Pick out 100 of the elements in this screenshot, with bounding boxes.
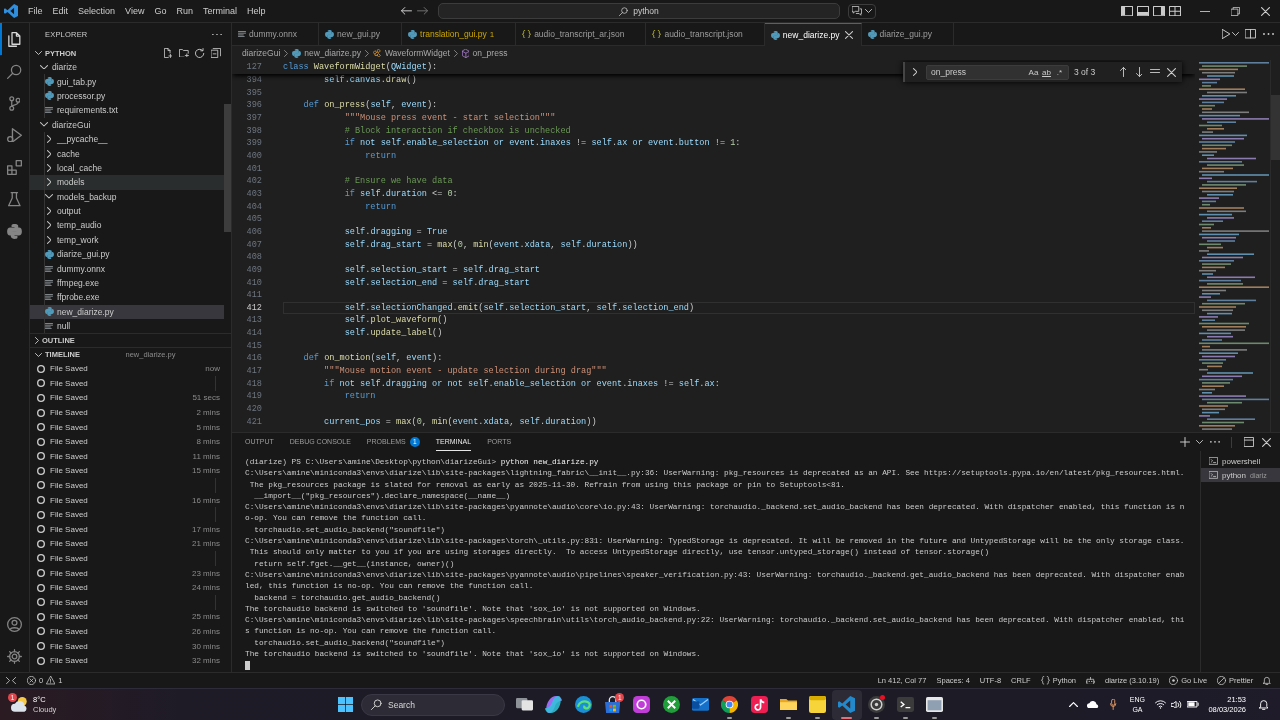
tree-item[interactable]: models_backup bbox=[30, 189, 224, 204]
timeline-item[interactable]: File Saved 11 mins bbox=[30, 449, 231, 464]
timeline-item[interactable]: File Saved 2 mins bbox=[30, 405, 231, 420]
timeline-item[interactable]: File Saved 51 secs bbox=[30, 390, 231, 406]
circle-dot-icon bbox=[1169, 676, 1179, 685]
close-icon bbox=[844, 31, 853, 39]
find-field[interactable]: on_press Aa ab .* bbox=[926, 64, 1069, 80]
circle-icon bbox=[37, 408, 45, 417]
timeline-item[interactable]: File Saved 17 mins bbox=[30, 521, 231, 537]
tree-item[interactable]: gui_tab.py bbox=[30, 74, 224, 89]
tree-item[interactable]: diarize bbox=[30, 60, 224, 75]
terminal-list-item[interactable]: powershell bbox=[1201, 454, 1280, 468]
collapse-all-button[interactable] bbox=[209, 46, 223, 60]
timeline-item[interactable]: File Saved 15 mins bbox=[30, 463, 231, 479]
timeline-item[interactable]: File Saved 16 mins bbox=[30, 492, 231, 508]
timeline-item[interactable]: File Saved 26 mins bbox=[30, 624, 231, 639]
refresh-button[interactable] bbox=[193, 46, 207, 60]
timeline-item[interactable]: File Saved now bbox=[30, 361, 231, 376]
menu-item[interactable]: Selection bbox=[73, 5, 121, 17]
close-find-button[interactable] bbox=[1164, 65, 1178, 79]
code-line: self.selection_start = self.drag_start bbox=[344, 264, 540, 275]
panel-layout-icon bbox=[1137, 5, 1149, 17]
timeline-item[interactable]: File Saved 23 mins bbox=[30, 565, 231, 581]
timestamp: 32 mins bbox=[192, 656, 220, 666]
maximize-panel-button[interactable] bbox=[1241, 434, 1256, 450]
chat-button[interactable] bbox=[848, 3, 876, 19]
python-file-icon bbox=[44, 249, 54, 259]
python-file-icon bbox=[325, 29, 335, 39]
breadcrumb-item[interactable]: WaveformWidget bbox=[372, 46, 450, 60]
timeline-item[interactable]: File Saved bbox=[30, 594, 231, 610]
text-file-icon bbox=[45, 294, 53, 301]
timeline-item[interactable]: File Saved 32 mins bbox=[30, 653, 231, 668]
whole-word-button[interactable]: ab bbox=[1040, 66, 1053, 78]
timeline-item[interactable]: File Saved bbox=[30, 507, 231, 522]
line-number: 394 bbox=[245, 74, 263, 87]
breadcrumb-item[interactable]: new_diarize.py bbox=[292, 46, 361, 60]
timeline-item[interactable]: File Saved bbox=[30, 551, 231, 566]
new-folder-button[interactable] bbox=[177, 46, 191, 60]
line-number: 411 bbox=[245, 289, 263, 302]
new-file-button[interactable] bbox=[161, 46, 175, 60]
tree-item[interactable]: temp_work bbox=[30, 232, 224, 248]
new-terminal-button[interactable] bbox=[1177, 434, 1192, 450]
menu-item[interactable]: Go bbox=[149, 5, 172, 17]
menu-item[interactable]: Edit bbox=[47, 5, 74, 17]
layout-button[interactable] bbox=[1119, 3, 1135, 19]
tree-item[interactable]: models bbox=[30, 175, 224, 190]
run-button[interactable] bbox=[1221, 26, 1239, 42]
editor-tab[interactable]: new_diarize.py bbox=[764, 23, 862, 46]
tree-item[interactable]: requirements.txt bbox=[30, 103, 224, 118]
layout-button[interactable] bbox=[1135, 3, 1151, 19]
code-line: def on_motion(self, event): bbox=[303, 353, 443, 364]
tree-item[interactable]: diarize_gui.py bbox=[30, 247, 224, 262]
circle-icon bbox=[37, 364, 45, 373]
tree-item[interactable]: dummy.onnx bbox=[30, 261, 224, 276]
close-tab-button[interactable] bbox=[842, 29, 855, 41]
chevron-right-icon bbox=[453, 49, 458, 57]
python-file-icon bbox=[292, 48, 302, 58]
circle-icon bbox=[37, 554, 45, 563]
split-editor-button[interactable] bbox=[1243, 26, 1257, 42]
tree-item[interactable]: __pycache__ bbox=[30, 131, 224, 147]
tree-item[interactable]: output bbox=[30, 203, 224, 219]
menu-item[interactable]: Terminal bbox=[197, 5, 242, 17]
timeline-item[interactable]: File Saved 24 mins bbox=[30, 580, 231, 595]
circle-icon bbox=[37, 510, 45, 519]
tree-item[interactable]: ffprobe.exe bbox=[30, 290, 224, 305]
tree-item[interactable]: diarizeGui bbox=[30, 117, 224, 132]
breadcrumb-item[interactable]: diarizeGui bbox=[242, 46, 281, 60]
timeline-item[interactable]: File Saved 8 mins bbox=[30, 434, 231, 449]
timeline-item[interactable]: File Saved bbox=[30, 478, 231, 493]
timestamp: 51 secs bbox=[192, 393, 220, 403]
timeline-item[interactable]: File Saved 5 mins bbox=[30, 419, 231, 435]
tree-item[interactable]: null bbox=[30, 319, 224, 334]
search-field[interactable]: Search bbox=[361, 693, 505, 716]
command-center[interactable]: python bbox=[438, 3, 840, 19]
match-case-button[interactable]: Aa bbox=[1027, 66, 1040, 78]
line-number: 127 bbox=[245, 61, 263, 74]
chevron-right-icon bbox=[912, 68, 918, 76]
timeline-item[interactable]: File Saved 21 mins bbox=[30, 536, 231, 552]
menu-item[interactable]: View bbox=[120, 5, 150, 17]
tree-item[interactable]: processor.py bbox=[30, 88, 224, 104]
tree-item[interactable]: local_cache bbox=[30, 160, 224, 176]
tree-item[interactable]: ffmpeg.exe bbox=[30, 275, 224, 291]
breadcrumb-item[interactable]: on_press bbox=[461, 46, 508, 60]
menu-item[interactable]: Help bbox=[241, 5, 271, 17]
layout-button[interactable] bbox=[1167, 3, 1183, 19]
regex-button[interactable]: .* bbox=[1053, 66, 1066, 78]
plus-icon bbox=[1179, 437, 1190, 447]
timeline-item[interactable]: File Saved bbox=[30, 376, 231, 391]
code-line: if self.duration <= 0: bbox=[344, 188, 458, 199]
tree-item[interactable]: cache bbox=[30, 146, 224, 161]
menu-item[interactable]: File bbox=[23, 5, 48, 17]
menu-item[interactable]: Run bbox=[171, 5, 198, 17]
timeline-item[interactable]: File Saved 30 mins bbox=[30, 638, 231, 654]
tree-item[interactable]: new_diarize.py bbox=[30, 304, 224, 320]
tree-item[interactable]: temp_audio bbox=[30, 218, 224, 233]
match-count: 3 of 3 bbox=[1074, 67, 1096, 77]
layout-button[interactable] bbox=[1151, 3, 1167, 19]
timeline-item[interactable]: File Saved 25 mins bbox=[30, 609, 231, 625]
terminal-icon bbox=[1209, 457, 1218, 465]
sticky-note-icon bbox=[809, 696, 827, 713]
